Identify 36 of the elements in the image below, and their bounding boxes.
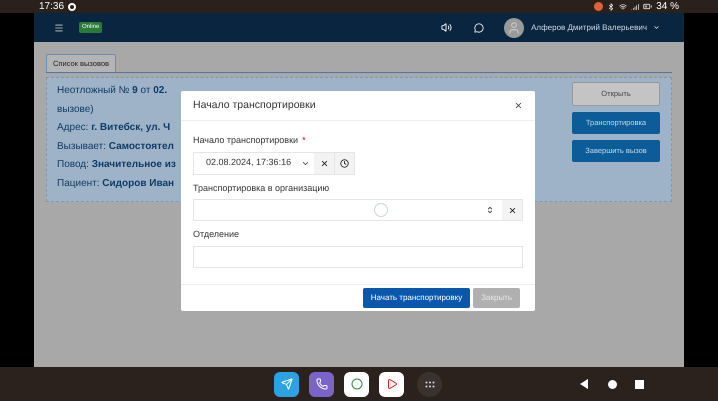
app-icon[interactable] — [379, 372, 404, 396]
close-icon[interactable] — [514, 101, 523, 110]
battery-text: 34 % — [656, 0, 679, 14]
bluetooth-icon — [607, 2, 616, 10]
menu-icon[interactable] — [54, 22, 64, 32]
avatar-icon[interactable] — [504, 18, 524, 38]
app-icon[interactable] — [344, 372, 369, 396]
required-mark: * — [302, 134, 306, 147]
recents-icon[interactable] — [635, 380, 644, 388]
battery-icon — [643, 2, 652, 11]
signal-icon — [631, 2, 640, 10]
app-icon[interactable] — [309, 372, 334, 396]
record-icon — [594, 2, 604, 11]
back-icon[interactable] — [580, 379, 588, 389]
notification-icon — [68, 2, 76, 10]
volume-icon[interactable] — [441, 22, 452, 33]
input-field[interactable] — [193, 246, 523, 268]
call-info-text: Пациент: Сидоров Иван — [57, 176, 176, 191]
call-info-text: Вызывает: Самостоятел — [57, 140, 175, 154]
field-label: Транспортировка в организацию — [193, 182, 330, 195]
call-info-text: Повод: Значительное из — [57, 158, 176, 172]
chat-icon[interactable] — [474, 22, 484, 32]
field-label: Отделение — [193, 228, 240, 241]
call-info-text: Неотложный № 9 от 02. — [57, 84, 168, 98]
clock-text: 17:36 — [39, 0, 64, 14]
field-label: Начало транспортировки — [193, 134, 298, 147]
apps-grid-icon[interactable] — [417, 372, 442, 396]
home-icon[interactable] — [608, 380, 617, 388]
dialog-button[interactable]: Начать транспортировку — [362, 288, 470, 308]
wifi-icon — [619, 2, 628, 10]
caret-icon[interactable] — [653, 24, 660, 31]
call-info-text: Адрес: г. Витебск, ул. Ч — [57, 121, 172, 136]
modal-title: Начало транспортировки — [193, 98, 316, 113]
user-name[interactable]: Алферов Дмитрий Валерьевич — [531, 22, 647, 34]
call-info-text: вызове) — [57, 102, 95, 117]
app-icon[interactable] — [274, 372, 299, 396]
